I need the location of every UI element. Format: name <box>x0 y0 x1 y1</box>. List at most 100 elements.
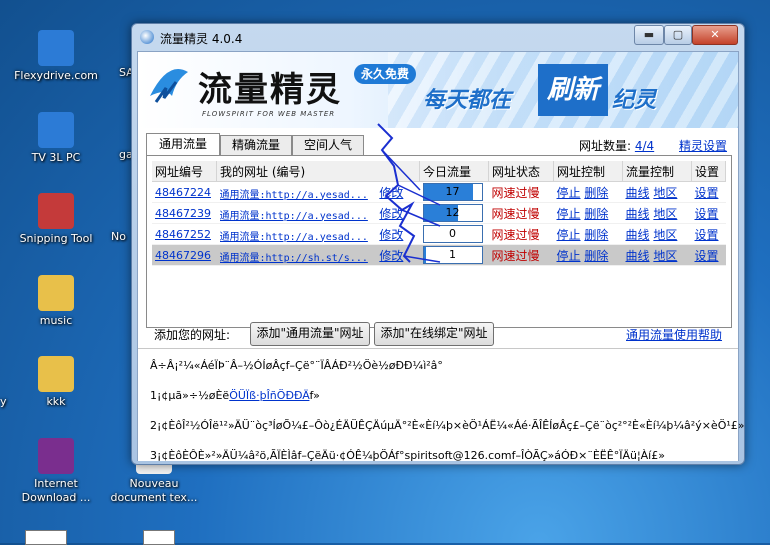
url-link[interactable]: 通用流量:http://a.yesad... <box>220 228 376 243</box>
cell-id: 48467239 <box>152 202 217 224</box>
flowspirit-logo-icon <box>150 69 188 103</box>
url-count-label: 网址数量: <box>579 139 632 153</box>
close-button[interactable]: ✕ <box>692 25 738 45</box>
stop-link[interactable]: 停止 <box>557 186 581 200</box>
region-link[interactable]: 地区 <box>653 228 677 242</box>
desktop-icon-label: Nouveau document tex... <box>110 477 198 504</box>
edit-link[interactable]: 修改 <box>379 228 403 242</box>
cell-settings: 设置 <box>691 244 726 266</box>
status-text: 网速过慢 <box>491 185 540 200</box>
curve-link[interactable]: 曲线 <box>626 228 650 242</box>
service-center-link[interactable]: ÖÜÏß·þÎñÖÐÐÄ <box>229 389 309 402</box>
edit-link[interactable]: 修改 <box>379 207 403 221</box>
slogan-part3: 纪灵 <box>612 88 657 113</box>
cell-traffic-control: 曲线 地区 <box>622 181 692 203</box>
tab-general-traffic[interactable]: 通用流量 <box>146 133 220 155</box>
kkk-folder-icon <box>38 356 74 392</box>
status-text: 网速过慢 <box>491 248 540 263</box>
desktop-icon-internet-download[interactable]: Internet Download ... <box>10 438 102 505</box>
table-row[interactable]: 48467239 通用流量:http://a.yesad... 修改 12 网速过慢停… <box>152 202 726 224</box>
region-link[interactable]: 地区 <box>653 186 677 200</box>
col-header-id[interactable]: 网址编号 <box>152 161 217 182</box>
app-window: 流量精灵 4.0.4 ▬ ▢ ✕ 流量精灵 FLOWSPIRIT FOR WEB… <box>131 23 745 465</box>
curve-link[interactable]: 曲线 <box>626 249 650 263</box>
tab-precise-traffic[interactable]: 精确流量 <box>220 135 292 155</box>
url-id-link[interactable]: 48467239 <box>155 207 211 220</box>
flexydrive-icon <box>38 30 74 66</box>
stop-link[interactable]: 停止 <box>557 249 581 263</box>
desktop-icon-tv3lpc[interactable]: TV 3L PC <box>10 112 102 165</box>
col-header-status[interactable]: 网址状态 <box>488 161 554 182</box>
url-count-link[interactable]: 4/4 <box>635 139 654 153</box>
delete-link[interactable]: 删除 <box>584 207 608 221</box>
curve-link[interactable]: 曲线 <box>626 207 650 221</box>
cell-status: 网速过慢 <box>488 202 554 224</box>
minimize-button[interactable]: ▬ <box>634 25 664 45</box>
desktop-icon-kkk-folder[interactable]: kkk <box>10 356 102 409</box>
table-row[interactable]: 48467252 通用流量:http://a.yesad... 修改 0 网速过慢 停止… <box>152 223 726 245</box>
desktop-icon-label: music <box>39 314 73 327</box>
url-table: 网址编号 我的网址 (编号) 今日流量 网址状态 网址控制 流量控制 设置 48… <box>152 161 726 266</box>
traffic-meter: 17 <box>422 183 483 201</box>
url-id-link[interactable]: 48467296 <box>155 249 211 262</box>
region-link[interactable]: 地区 <box>653 249 677 263</box>
desktop-icon-label: Snipping Tool <box>19 232 93 245</box>
table-row[interactable]: 48467224 通用流量:http://a.yesad... 修改 17 网速过慢停… <box>152 181 726 203</box>
cell-id: 48467296 <box>152 244 217 266</box>
add-url-row: 添加您的网址: 添加"通用流量"网址 添加"在线绑定"网址 通用流量使用帮助 <box>146 322 736 346</box>
cell-traffic: 12 <box>419 202 489 224</box>
cell-id: 48467224 <box>152 181 217 203</box>
desktop-icon-flexydrive[interactable]: Flexydrive.com <box>10 30 102 83</box>
row-settings-link[interactable]: 设置 <box>695 186 719 200</box>
add-url-label: 添加您的网址: <box>154 328 231 342</box>
desktop-icon-snipping-tool[interactable]: Snipping Tool <box>10 193 102 246</box>
traffic-count: 12 <box>445 206 460 219</box>
edit-link[interactable]: 修改 <box>379 186 403 200</box>
settings-link[interactable]: 精灵设置 <box>679 137 727 154</box>
free-badge: 永久免费 <box>354 64 416 84</box>
row-settings-link[interactable]: 设置 <box>695 249 719 263</box>
edit-link[interactable]: 修改 <box>379 249 403 263</box>
curve-link[interactable]: 曲线 <box>626 186 650 200</box>
row-settings-link[interactable]: 设置 <box>695 207 719 221</box>
col-header-traffic-control[interactable]: 流量控制 <box>622 161 692 182</box>
desktop-icon-music-folder[interactable]: music <box>10 275 102 328</box>
url-id-link[interactable]: 48467224 <box>155 186 211 199</box>
url-link[interactable]: 通用流量:http://a.yesad... <box>220 207 376 222</box>
table-row[interactable]: 48467296 通用流量:http://sh.st/s... 修改 1 网速过慢 停止… <box>152 244 726 266</box>
traffic-meter: 0 <box>422 225 483 243</box>
delete-link[interactable]: 删除 <box>584 249 608 263</box>
col-header-url[interactable]: 我的网址 (编号) <box>216 161 420 182</box>
general-traffic-help-link[interactable]: 通用流量使用帮助 <box>626 326 722 343</box>
cell-url-control: 停止 删除 <box>553 181 623 203</box>
info-line-0: Â÷Â¡²¼«ÁéÏÞ¨Â–½ÓÍøÂçf–Çë°¨ÏÂÁÐ²½Öè½øÐÐ¼ì… <box>150 359 443 372</box>
delete-link[interactable]: 删除 <box>584 186 608 200</box>
music-folder-icon <box>38 275 74 311</box>
tv3lpc-icon <box>38 112 74 148</box>
window-client: 流量精灵 FLOWSPIRIT FOR WEB MASTER 永久免费 每天都在… <box>137 51 745 462</box>
row-settings-link[interactable]: 设置 <box>695 228 719 242</box>
url-link[interactable]: 通用流量:http://a.yesad... <box>220 186 376 201</box>
url-id-link[interactable]: 48467252 <box>155 228 211 241</box>
maximize-button[interactable]: ▢ <box>664 25 692 45</box>
stop-link[interactable]: 停止 <box>557 207 581 221</box>
url-link[interactable]: 通用流量:http://sh.st/s... <box>220 249 376 264</box>
app-logo-icon <box>140 30 154 44</box>
title-bar[interactable]: 流量精灵 4.0.4 ▬ ▢ ✕ <box>132 24 744 50</box>
add-online-url-button[interactable]: 添加"在线绑定"网址 <box>374 322 494 346</box>
stop-link[interactable]: 停止 <box>557 228 581 242</box>
partial-label-no: No <box>111 230 126 243</box>
tab-space-popularity[interactable]: 空间人气 <box>292 135 364 155</box>
desktop-icon-label: Flexydrive.com <box>14 69 98 82</box>
cell-traffic-control: 曲线 地区 <box>622 244 692 266</box>
col-header-settings[interactable]: 设置 <box>691 161 726 182</box>
col-header-url-control[interactable]: 网址控制 <box>553 161 623 182</box>
cell-traffic: 0 <box>419 223 489 245</box>
cell-status: 网速过慢 <box>488 181 554 203</box>
region-link[interactable]: 地区 <box>653 207 677 221</box>
col-header-traffic[interactable]: 今日流量 <box>419 161 489 182</box>
add-general-url-button[interactable]: 添加"通用流量"网址 <box>250 322 370 346</box>
delete-link[interactable]: 删除 <box>584 228 608 242</box>
banner: 流量精灵 FLOWSPIRIT FOR WEB MASTER 永久免费 每天都在… <box>138 52 738 128</box>
traffic-count: 0 <box>449 227 456 240</box>
